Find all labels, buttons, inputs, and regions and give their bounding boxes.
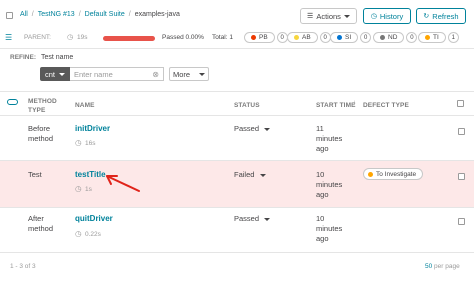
to-investigate-dot-icon [368,171,373,177]
page-size-selector[interactable]: 50 per page [425,263,460,270]
duration-cell: 16s [85,140,96,147]
breadcrumb-separator: / [128,11,131,18]
chevron-down-icon [59,72,65,76]
breadcrumb-item-current: examples-java [134,11,180,18]
test-name-input-placeholder: Enter name [74,69,113,79]
clear-icon[interactable]: ⊗ [152,70,159,79]
test-name-input[interactable]: Enter name ⊗ [70,67,164,81]
pass-rate-bar [103,36,155,41]
clock-icon: ◷ [67,34,74,41]
refresh-icon: ↻ [423,13,430,20]
clock-icon: ◷ [75,184,82,193]
system-issue-dot-icon [337,35,342,40]
list-view-icon[interactable]: ☰ [5,33,12,42]
total-text: Total: 1 [212,34,233,41]
actions-button[interactable]: ☰ Actions [300,8,357,24]
row-checkbox[interactable] [458,218,465,225]
defect-type-badge[interactable]: To Investigate [363,168,423,180]
column-header-name[interactable]: NAME [75,101,95,110]
defect-badge-ti[interactable]: TI 1 [418,31,459,44]
status-dropdown[interactable]: Passed [234,124,271,134]
history-icon: ◷ [370,13,377,20]
duration-cell: 0.22s [85,231,101,238]
column-header-start-time[interactable]: START TIME [316,101,356,110]
defect-badge-nd[interactable]: ND 0 [373,31,418,44]
no-defect-dot-icon [380,35,385,40]
to-investigate-dot-icon [425,35,430,40]
passed-rate-text: Passed 0.00% [162,34,204,41]
method-type-cell: After method [28,214,54,233]
clock-icon: ◷ [75,229,82,238]
breadcrumb: All / TestNG #13 / Default Suite / examp… [20,11,180,18]
page-size-value[interactable]: 50 [425,263,432,270]
status-dropdown[interactable]: Failed [234,170,266,180]
clock-icon: ◷ [75,138,82,147]
start-time-cell: 11 minutes ago [316,124,343,153]
breadcrumb-item-launch[interactable]: TestNG #13 [38,11,75,18]
table-row[interactable]: Test testTitle ◷ 1s Failed 10 minutes ag… [0,161,474,207]
history-button[interactable]: ◷ History [363,8,411,24]
chevron-down-icon [343,14,350,18]
method-type-cell: Before method [28,124,54,143]
refresh-button[interactable]: ↻ Refresh [416,8,466,24]
breadcrumb-separator: / [78,11,81,18]
history-label: History [379,11,404,21]
duration-cell: 1s [85,186,92,193]
actions-label: Actions [316,11,341,21]
column-header-defect-type[interactable]: DEFECT TYPE [363,101,409,110]
table-row[interactable]: Before method initDriver ◷ 16s Passed 11… [0,116,474,160]
more-label: More [172,69,191,79]
condition-dropdown[interactable]: cnt [40,67,70,81]
breadcrumb-item-suite[interactable]: Default Suite [85,11,125,18]
filter-name-label: Test name [41,54,74,61]
product-bug-dot-icon [251,35,256,40]
status-dropdown[interactable]: Passed [234,214,271,224]
annotation-arrow-icon [106,175,140,192]
divider [0,48,474,49]
parent-label: PARENT: [24,34,51,41]
list-icon: ☰ [307,13,314,20]
method-type-cell: Test [28,170,42,179]
automation-bug-dot-icon [294,35,299,40]
column-header-method-type[interactable]: METHOD TYPE [28,97,68,115]
breadcrumb-item-all[interactable]: All [20,11,28,18]
start-time-cell: 10 minutes ago [316,214,343,243]
expand-all-toggle-icon[interactable] [7,99,18,105]
column-header-status[interactable]: STATUS [234,101,260,110]
breadcrumb-separator: / [31,11,34,18]
sort-arrow-icon: ↓ [353,100,356,106]
test-item-name-link[interactable]: initDriver [75,124,110,134]
divider [0,91,474,92]
defect-badge-ab[interactable]: AB 0 [287,31,331,44]
refresh-label: Refresh [432,11,459,21]
more-filters-button[interactable]: More [169,67,209,81]
start-time-cell: 10 minutes ago [316,170,343,199]
defect-type-label: To Investigate [376,170,417,178]
defect-badge-si[interactable]: SI 0 [330,31,372,44]
pagination-range: 1 - 3 of 3 [10,263,36,270]
divider [0,252,474,253]
chevron-down-icon [259,173,266,177]
test-item-name-link[interactable]: testTitle [75,170,106,180]
row-checkbox[interactable] [458,173,465,180]
chevron-down-icon [264,127,271,131]
refine-label: REFINE: [10,54,36,61]
chevron-down-icon [264,217,271,221]
page-size-suffix: per page [434,263,460,270]
test-item-name-link[interactable]: quitDriver [75,214,113,224]
duration-text: 19s [77,34,88,41]
select-all-checkbox[interactable] [6,12,13,19]
select-all-rows-checkbox[interactable] [457,100,464,107]
header-bar: All / TestNG #13 / Default Suite / examp… [0,0,474,30]
row-checkbox[interactable] [458,128,465,135]
table-row[interactable]: After method quitDriver ◷ 0.22s Passed 1… [0,208,474,250]
condition-value: cnt [44,69,55,79]
defect-badge-pb[interactable]: PB 0 [244,31,288,44]
chevron-down-icon [199,72,206,76]
